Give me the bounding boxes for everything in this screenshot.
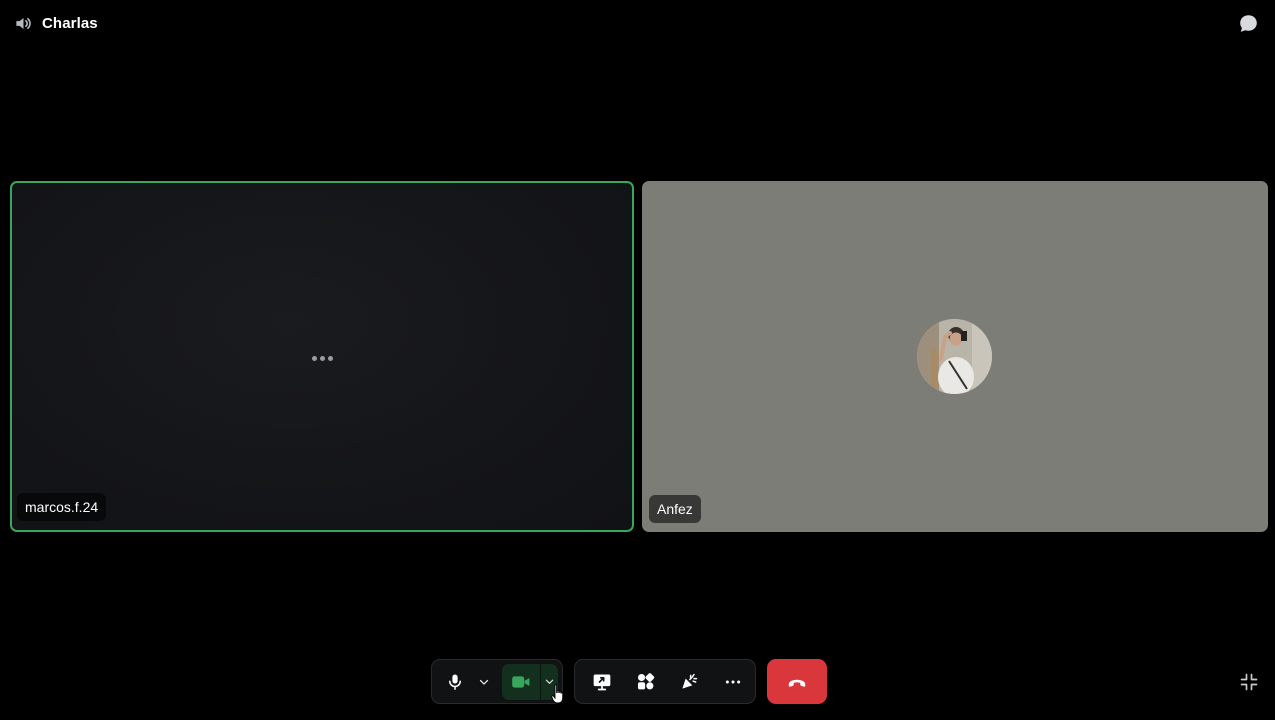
participant-name-tag: Anfez bbox=[649, 495, 701, 523]
screen-share-button[interactable] bbox=[581, 664, 623, 700]
channel-name: Charlas bbox=[42, 14, 98, 32]
avatar-photo bbox=[917, 319, 992, 394]
camera-options-button[interactable] bbox=[541, 676, 558, 687]
exit-fullscreen-button[interactable] bbox=[1237, 670, 1261, 694]
audio-video-controls bbox=[431, 659, 563, 704]
activities-icon bbox=[637, 673, 654, 690]
phone-hangup-icon bbox=[788, 679, 806, 687]
channel-header: Charlas bbox=[14, 11, 98, 35]
speaker-icon bbox=[16, 17, 31, 29]
more-dots-icon bbox=[725, 680, 741, 683]
screen-share-icon bbox=[593, 674, 611, 690]
camera-button[interactable] bbox=[502, 663, 558, 700]
chat-bubble-icon bbox=[1239, 14, 1257, 32]
activity-controls bbox=[574, 659, 756, 704]
participant-name: Anfez bbox=[657, 501, 693, 517]
avatar bbox=[917, 319, 992, 394]
microphone-options-button[interactable] bbox=[470, 664, 498, 700]
video-camera-icon bbox=[512, 675, 530, 688]
loading-indicator bbox=[312, 356, 333, 361]
participant-name-tag: marcos.f.24 bbox=[17, 493, 107, 521]
microphone-icon bbox=[449, 674, 461, 690]
disconnect-button[interactable] bbox=[767, 659, 827, 704]
microphone-button[interactable] bbox=[440, 664, 470, 700]
soundboard-button[interactable] bbox=[667, 664, 711, 700]
activities-button[interactable] bbox=[623, 664, 667, 700]
soundboard-icon bbox=[682, 673, 698, 689]
chevron-down-icon bbox=[545, 679, 554, 684]
participant-tile-marcos[interactable]: marcos.f.24 bbox=[10, 181, 634, 532]
chat-button[interactable] bbox=[1236, 11, 1260, 35]
participant-name: marcos.f.24 bbox=[25, 499, 99, 515]
more-options-button[interactable] bbox=[711, 664, 755, 700]
exit-fullscreen-icon bbox=[1240, 673, 1258, 691]
chevron-down-icon bbox=[479, 679, 489, 685]
voice-call-view: Charlas marcos.f.24 Anfez bbox=[0, 0, 1275, 720]
participant-tile-anfez[interactable]: Anfez bbox=[642, 181, 1268, 532]
